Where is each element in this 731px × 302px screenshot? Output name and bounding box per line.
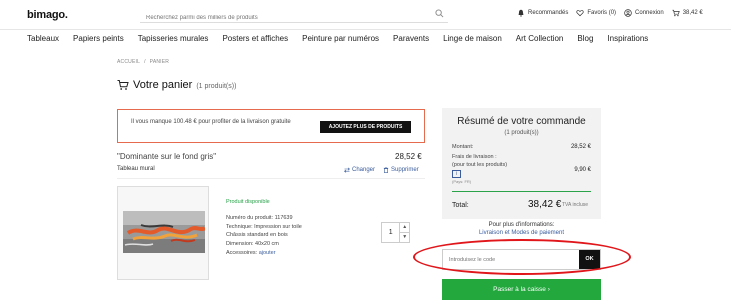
- shipping-label-line1: Frais de livraison :: [452, 154, 497, 160]
- login-label: Connexion: [635, 10, 664, 16]
- availability-status: Produit disponible: [226, 199, 270, 205]
- search-input[interactable]: [140, 10, 420, 26]
- top-bar: bimago. Recommandés Favoris (0) Connexio…: [0, 0, 731, 30]
- header-links: Recommandés Favoris (0) Connexion 38,42 …: [517, 9, 703, 17]
- product-actions: Changer Supprimer: [344, 167, 419, 173]
- product-dimensions: Dimension: 40x20 cm: [226, 241, 279, 248]
- cart-total-label: 38,42 €: [682, 10, 703, 16]
- quantity-arrows: ▲ ▼: [400, 223, 409, 242]
- nav-item-blog[interactable]: Blog: [577, 34, 593, 43]
- logo[interactable]: bimago.: [27, 9, 68, 21]
- product-name[interactable]: "Dominante sur le fond gris": [117, 152, 216, 161]
- shipping-value: 9,90 €: [574, 167, 591, 173]
- total-value: 38,42 €: [528, 199, 562, 210]
- accessories-label: Accessoires:: [226, 249, 258, 256]
- amount-label: Montant:: [452, 144, 474, 150]
- login-link[interactable]: Connexion: [624, 9, 664, 17]
- page-title: Votre panier (1 produit(s)): [117, 79, 236, 91]
- product-number: Numéro du produit: 117639: [226, 214, 293, 221]
- order-summary: Résumé de votre commande (1 produit(s)) …: [442, 108, 601, 219]
- product-price: 28,52 €: [395, 152, 422, 161]
- main-nav: Tableaux Papiers peints Tapisseries mura…: [27, 34, 662, 43]
- nav-item-paravents[interactable]: Paravents: [393, 34, 429, 43]
- add-more-products-button[interactable]: AJOUTEZ PLUS DE PRODUITS: [320, 121, 411, 133]
- favorites-link[interactable]: Favoris (0): [576, 9, 616, 17]
- nav-item-art-collection[interactable]: Art Collection: [516, 34, 564, 43]
- change-link[interactable]: Changer: [344, 167, 375, 173]
- amount-row: Montant: 28,52 €: [452, 144, 591, 150]
- trash-icon: [383, 167, 389, 173]
- delivery-payment-link[interactable]: Livraison et Modes de paiement: [442, 230, 601, 238]
- breadcrumb: ACCUEIL / PANIER: [117, 59, 169, 65]
- user-icon: [624, 9, 632, 17]
- nav-item-linge[interactable]: Linge de maison: [443, 34, 502, 43]
- shipping-row: Frais de livraison : (pour tout les prod…: [452, 154, 591, 184]
- search-icon[interactable]: [435, 9, 444, 18]
- cart-count: (1 produit(s)): [196, 83, 237, 90]
- cart-icon: [117, 80, 129, 90]
- promo-ok-button[interactable]: OK: [579, 250, 600, 269]
- shipping-label-line2: (pour tout les produits): [452, 161, 508, 168]
- product-type: Tableau mural: [117, 166, 155, 172]
- shipping-info-button[interactable]: i: [452, 170, 461, 178]
- bell-icon: [518, 9, 524, 17]
- nav-item-tapisseries[interactable]: Tapisseries murales: [138, 34, 209, 43]
- amount-value: 28,52 €: [570, 144, 591, 150]
- total-label: Total:: [452, 202, 469, 209]
- nav-item-inspirations[interactable]: Inspirations: [607, 34, 648, 43]
- heart-icon: [576, 10, 584, 17]
- product-thumbnail[interactable]: [117, 186, 209, 280]
- favorites-label: Favoris (0): [587, 10, 617, 16]
- swap-icon: [344, 167, 350, 173]
- breadcrumb-current: PANIER: [149, 59, 170, 65]
- nav-item-tableaux[interactable]: Tableaux: [27, 34, 59, 43]
- search-bar: [140, 6, 448, 26]
- summary-title: Résumé de votre commande: [457, 116, 586, 127]
- quantity-increase-button[interactable]: ▲: [400, 223, 409, 233]
- add-accessories-link[interactable]: ajouter: [259, 250, 276, 256]
- breadcrumb-home[interactable]: ACCUEIL: [117, 59, 140, 65]
- quantity-value[interactable]: 1: [382, 223, 401, 242]
- checkout-button[interactable]: Passer à la caisse ›: [442, 279, 601, 300]
- product-accessories: Accessoires: ajouter: [226, 249, 302, 258]
- shipping-country: (Pays: FR): [452, 179, 472, 184]
- recommended-label: Recommandés: [528, 10, 569, 16]
- promo-code-form: OK: [442, 249, 601, 270]
- product-image: [123, 211, 205, 253]
- cart-title: Votre panier: [133, 79, 193, 91]
- product-technique: Technique: Impression sur toile: [226, 223, 302, 230]
- free-shipping-alert: Il vous manque 100.48 € pour profiter de…: [117, 109, 425, 143]
- cart-icon: [672, 9, 680, 17]
- quantity-stepper[interactable]: 1 ▲ ▼: [381, 222, 410, 243]
- divider: [117, 178, 425, 179]
- quantity-decrease-button[interactable]: ▼: [400, 233, 409, 242]
- delivery-info-text: Pour plus d'informations:: [488, 222, 555, 228]
- product-details: Produit disponible Numéro du produit: 11…: [226, 198, 302, 258]
- tva-note: TVA incluse: [562, 202, 589, 208]
- delivery-info: Pour plus d'informations: Livraison et M…: [442, 222, 601, 237]
- cart-link[interactable]: 38,42 €: [672, 9, 703, 17]
- summary-divider: [452, 191, 591, 192]
- change-label: Changer: [352, 167, 376, 173]
- nav-item-posters[interactable]: Posters et affiches: [222, 34, 288, 43]
- summary-count: (1 produit(s)): [504, 130, 539, 136]
- delete-link[interactable]: Supprimer: [383, 167, 419, 173]
- breadcrumb-separator: /: [144, 59, 146, 65]
- promo-code-input[interactable]: [445, 252, 575, 267]
- nav-item-papiers-peints[interactable]: Papiers peints: [73, 34, 124, 43]
- recommended-link[interactable]: Recommandés: [517, 9, 568, 17]
- product-frame: Châssis standard en bois: [226, 232, 288, 239]
- free-shipping-message: Il vous manque 100.48 € pour profiter de…: [131, 119, 291, 125]
- delete-label: Supprimer: [391, 167, 419, 173]
- nav-item-peinture-numeros[interactable]: Peinture par numéros: [302, 34, 379, 43]
- shipping-label: Frais de livraison : (pour tout les prod…: [452, 154, 591, 169]
